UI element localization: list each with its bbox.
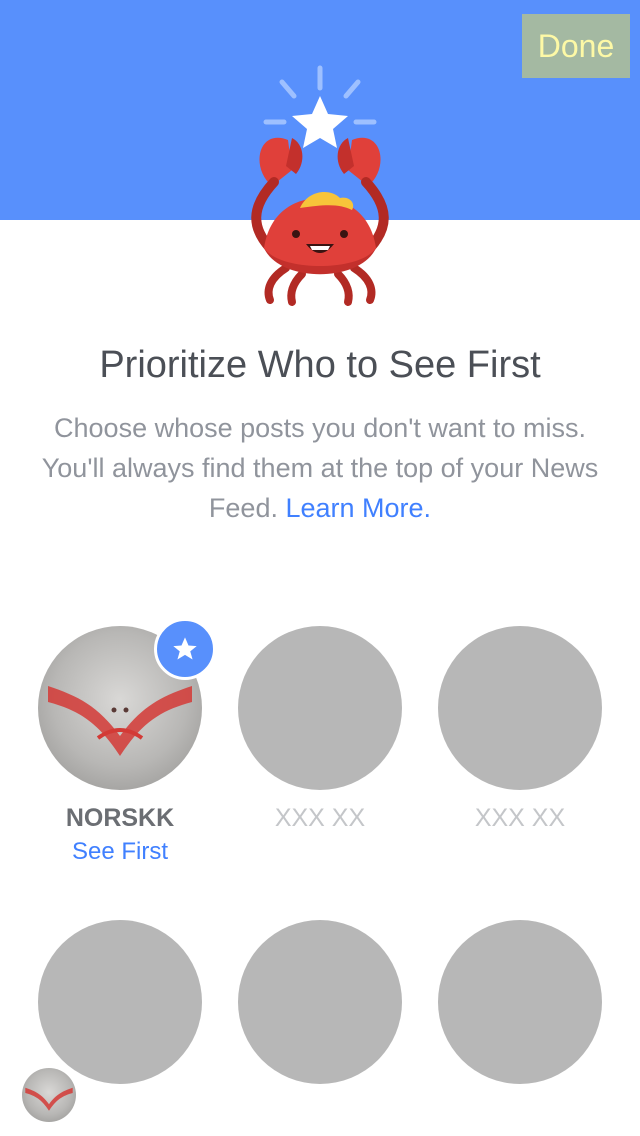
avatar bbox=[438, 626, 602, 790]
see-first-badge bbox=[154, 618, 216, 680]
friend-name: XXX XX bbox=[274, 804, 366, 832]
friend-card[interactable]: NORSKK See First bbox=[38, 618, 216, 865]
friend-name: NORSKK bbox=[65, 804, 175, 832]
friend-name: XXX XX bbox=[474, 804, 566, 832]
see-first-label[interactable]: See First bbox=[18, 838, 222, 866]
avatar bbox=[238, 626, 402, 790]
done-button[interactable]: Done bbox=[522, 14, 630, 78]
friend-card[interactable]: XXX XX bbox=[238, 626, 402, 832]
mini-avatar[interactable] bbox=[22, 1068, 76, 1122]
star-icon bbox=[173, 637, 197, 660]
friend-card[interactable] bbox=[438, 920, 602, 1084]
friend-card[interactable] bbox=[238, 920, 402, 1084]
page-description: Choose whose posts you don't want to mis… bbox=[40, 408, 600, 528]
learn-more-link[interactable]: Learn More. bbox=[285, 493, 431, 523]
see-first-screen: Done Prioritize Who to See First Choose … bbox=[0, 0, 640, 1136]
friend-card[interactable]: XXX XX bbox=[438, 626, 602, 832]
page-title: Prioritize Who to See First bbox=[99, 344, 541, 386]
avatar bbox=[238, 920, 402, 1084]
avatar bbox=[438, 920, 602, 1084]
friend-card[interactable] bbox=[38, 920, 202, 1084]
avatar bbox=[38, 920, 202, 1084]
crab-holding-star-icon bbox=[251, 65, 389, 306]
mini-avatar-photo bbox=[25, 1087, 73, 1111]
